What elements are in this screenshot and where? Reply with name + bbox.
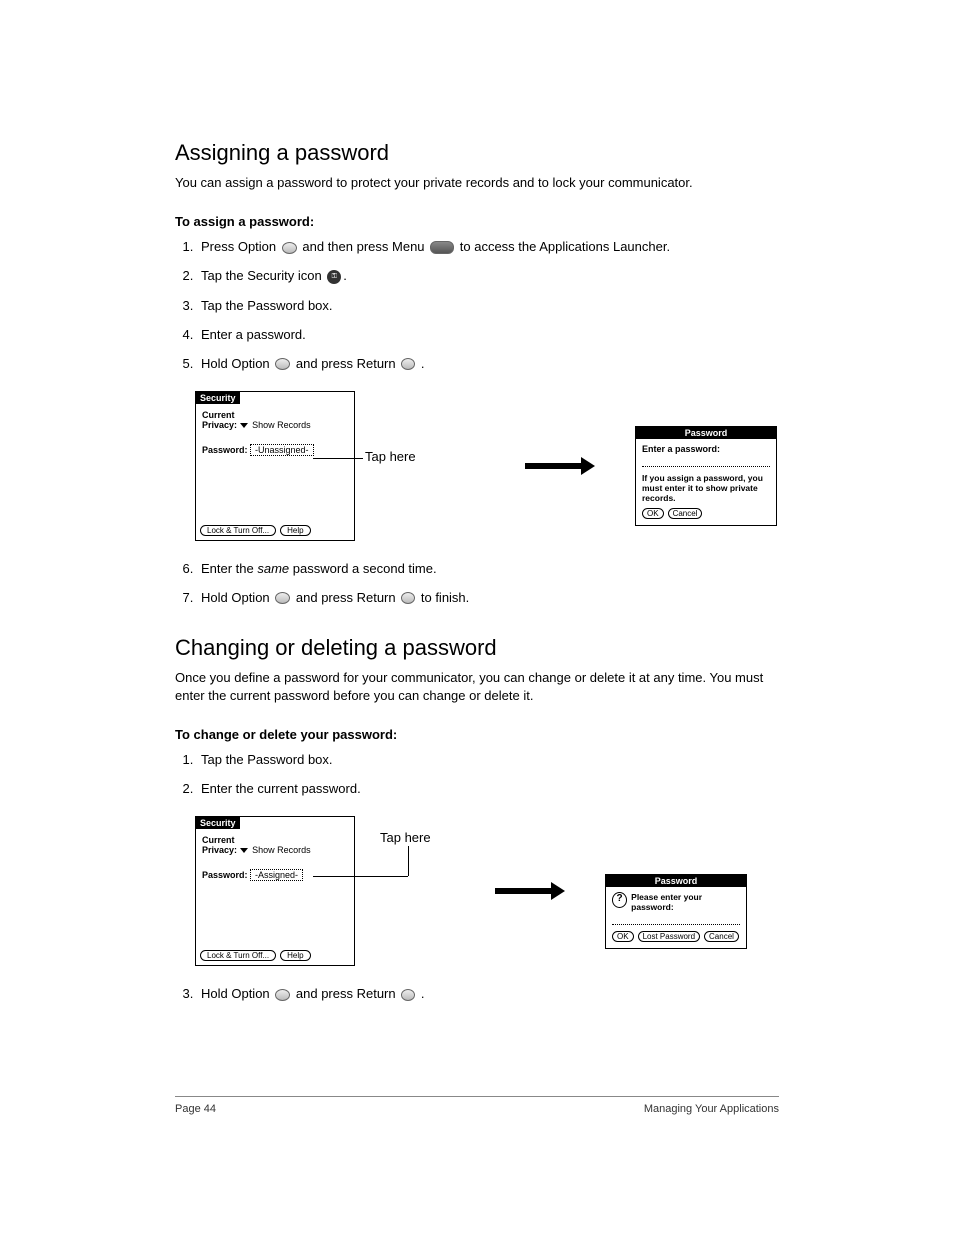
- return-icon: [401, 358, 415, 370]
- arrow-icon: [525, 456, 595, 476]
- return-icon: [401, 592, 415, 604]
- password-box[interactable]: -Unassigned-: [250, 444, 314, 456]
- step-text: .: [421, 986, 425, 1001]
- current-label: Current: [202, 410, 235, 420]
- privacy-label: Privacy:: [202, 845, 237, 855]
- help-button[interactable]: Help: [280, 950, 310, 961]
- step-text: .: [421, 356, 425, 371]
- step-emphasis: same: [257, 561, 289, 576]
- subhead-assign: To assign a password:: [175, 214, 779, 229]
- dialog-note: If you assign a password, you must enter…: [642, 473, 770, 504]
- callout-line-h: [313, 876, 408, 877]
- security-screen-2: Security Current Privacy: Show Records P…: [195, 816, 355, 966]
- steps-assign-cont: Enter the same password a second time. H…: [175, 561, 779, 605]
- steps-change-cont: Hold Option and press Return .: [175, 986, 779, 1001]
- figure-2: Security Current Privacy: Show Records P…: [195, 816, 779, 966]
- footer-left: Page 44: [175, 1103, 216, 1115]
- step-6: Enter the same password a second time.: [197, 561, 779, 576]
- subhead-change: To change or delete your password:: [175, 727, 779, 742]
- lost-password-button[interactable]: Lost Password: [638, 931, 700, 942]
- lock-turnoff-button[interactable]: Lock & Turn Off...: [200, 950, 276, 961]
- heading-assign: Assigning a password: [175, 140, 779, 166]
- dialog-title: Password: [636, 427, 776, 439]
- dialog-title: Password: [606, 875, 746, 887]
- password-dialog-1: Password Enter a password: If you assign…: [635, 426, 777, 526]
- screen-title: Security: [196, 817, 240, 829]
- steps-change: Tap the Password box. Enter the current …: [175, 752, 779, 796]
- step-4: Enter a password.: [197, 327, 779, 342]
- option-icon: [282, 242, 297, 254]
- password-input[interactable]: [642, 458, 770, 467]
- steps-assign: Press Option and then press Menu to acce…: [175, 239, 779, 371]
- page-footer: Page 44 Managing Your Applications: [175, 1096, 779, 1115]
- option-icon: [275, 989, 290, 1001]
- security-icon: ⚿: [327, 270, 341, 284]
- intro-change: Once you define a password for your comm…: [175, 669, 779, 705]
- help-button[interactable]: Help: [280, 525, 310, 536]
- step-3: Hold Option and press Return .: [197, 986, 779, 1001]
- dialog-prompt: Please enter your password:: [631, 892, 740, 912]
- figure-1: Security Current Privacy: Show Records P…: [195, 391, 779, 541]
- screen-title: Security: [196, 392, 240, 404]
- password-input[interactable]: [612, 916, 740, 925]
- privacy-value[interactable]: Show Records: [252, 420, 311, 430]
- arrow-icon: [495, 881, 565, 901]
- return-icon: [401, 989, 415, 1001]
- current-label: Current: [202, 835, 235, 845]
- ok-button[interactable]: OK: [642, 508, 664, 519]
- intro-assign: You can assign a password to protect you…: [175, 174, 779, 192]
- footer-right: Managing Your Applications: [644, 1103, 779, 1115]
- ok-button[interactable]: OK: [612, 931, 634, 942]
- step-text: to access the Applications Launcher.: [460, 239, 670, 254]
- callout-line: [313, 458, 363, 459]
- step-3: Tap the Password box.: [197, 298, 779, 313]
- cancel-button[interactable]: Cancel: [668, 508, 703, 519]
- tap-here-callout: Tap here: [380, 830, 431, 845]
- privacy-value[interactable]: Show Records: [252, 845, 311, 855]
- step-text: Enter the: [201, 561, 257, 576]
- step-text: Hold Option: [201, 590, 273, 605]
- step-2: Tap the Security icon ⚿.: [197, 268, 779, 284]
- step-text: Hold Option: [201, 356, 273, 371]
- question-icon: ?: [612, 892, 627, 908]
- step-5: Hold Option and press Return .: [197, 356, 779, 371]
- password-label: Password:: [202, 870, 248, 880]
- cancel-button[interactable]: Cancel: [704, 931, 739, 942]
- step-text: and press Return: [296, 590, 399, 605]
- password-box[interactable]: -Assigned-: [250, 869, 303, 881]
- option-icon: [275, 592, 290, 604]
- step-text: Tap the Security icon: [201, 268, 325, 283]
- step-text: and press Return: [296, 356, 399, 371]
- step-text: .: [343, 268, 347, 283]
- step-text: and press Return: [296, 986, 399, 1001]
- step-1: Press Option and then press Menu to acce…: [197, 239, 779, 254]
- dropdown-icon[interactable]: [240, 848, 248, 853]
- dropdown-icon[interactable]: [240, 423, 248, 428]
- password-label: Password:: [202, 445, 248, 455]
- step-text: Hold Option: [201, 986, 273, 1001]
- callout-line-v: [408, 846, 409, 876]
- dialog-prompt: Enter a password:: [642, 444, 770, 454]
- menu-icon: [430, 241, 454, 254]
- heading-change: Changing or deleting a password: [175, 635, 779, 661]
- option-icon: [275, 358, 290, 370]
- tap-here-callout: Tap here: [365, 449, 416, 464]
- step-2: Enter the current password.: [197, 781, 779, 796]
- step-1: Tap the Password box.: [197, 752, 779, 767]
- password-dialog-2: Password ? Please enter your password: O…: [605, 874, 747, 949]
- step-text: password a second time.: [289, 561, 436, 576]
- step-text: to finish.: [421, 590, 469, 605]
- step-text: Press Option: [201, 239, 280, 254]
- step-text: and then press Menu: [302, 239, 428, 254]
- privacy-label: Privacy:: [202, 420, 237, 430]
- step-7: Hold Option and press Return to finish.: [197, 590, 779, 605]
- lock-turnoff-button[interactable]: Lock & Turn Off...: [200, 525, 276, 536]
- security-screen-1: Security Current Privacy: Show Records P…: [195, 391, 355, 541]
